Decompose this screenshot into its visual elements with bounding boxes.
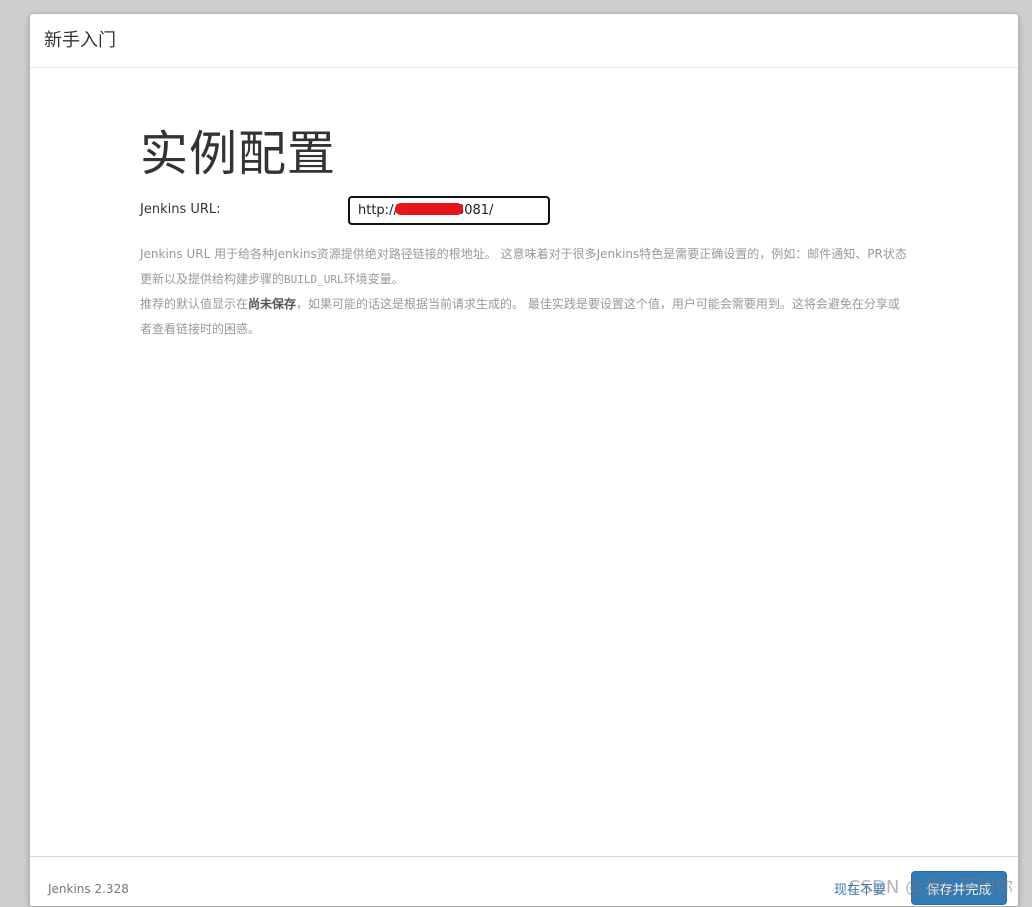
jenkins-url-label: Jenkins URL: (140, 202, 221, 217)
help-paragraph-2: 推荐的默认值显示在尚未保存，如果可能的话这是根据当前请求生成的。 最佳实践是要设… (140, 292, 910, 342)
jenkins-url-help: Jenkins URL 用于给各种Jenkins资源提供绝对路径链接的根地址。 … (140, 242, 910, 342)
page-title: 实例配置 (140, 126, 337, 182)
dialog-title: 新手入门 (44, 30, 116, 51)
redaction-mark (395, 203, 463, 215)
help-text: 环境变量。 (343, 272, 404, 286)
jenkins-url-row: Jenkins URL: (140, 196, 910, 232)
help-text: Jenkins URL 用于给各种Jenkins资源提供绝对路径链接的根地址。 … (140, 247, 907, 286)
skip-button[interactable]: 现在不要 (834, 879, 886, 898)
dialog-header: 新手入门 (30, 14, 1018, 68)
version-label: Jenkins 2.328 (48, 882, 129, 896)
save-and-finish-button[interactable]: 保存并完成 (911, 871, 1007, 905)
help-code-build-url: BUILD_URL (284, 273, 344, 286)
setup-wizard-dialog: 新手入门 实例配置 Jenkins URL: Jenkins URL 用于给各种… (29, 13, 1019, 906)
dialog-footer: Jenkins 2.328 现在不要 保存并完成 (30, 856, 1018, 907)
help-bold-text: 尚未保存 (248, 297, 297, 311)
help-text: 推荐的默认值显示在 (140, 297, 249, 311)
help-paragraph-1: Jenkins URL 用于给各种Jenkins资源提供绝对路径链接的根地址。 … (140, 242, 910, 292)
instance-config-panel: 实例配置 Jenkins URL: Jenkins URL 用于给各种Jenki… (140, 122, 910, 342)
